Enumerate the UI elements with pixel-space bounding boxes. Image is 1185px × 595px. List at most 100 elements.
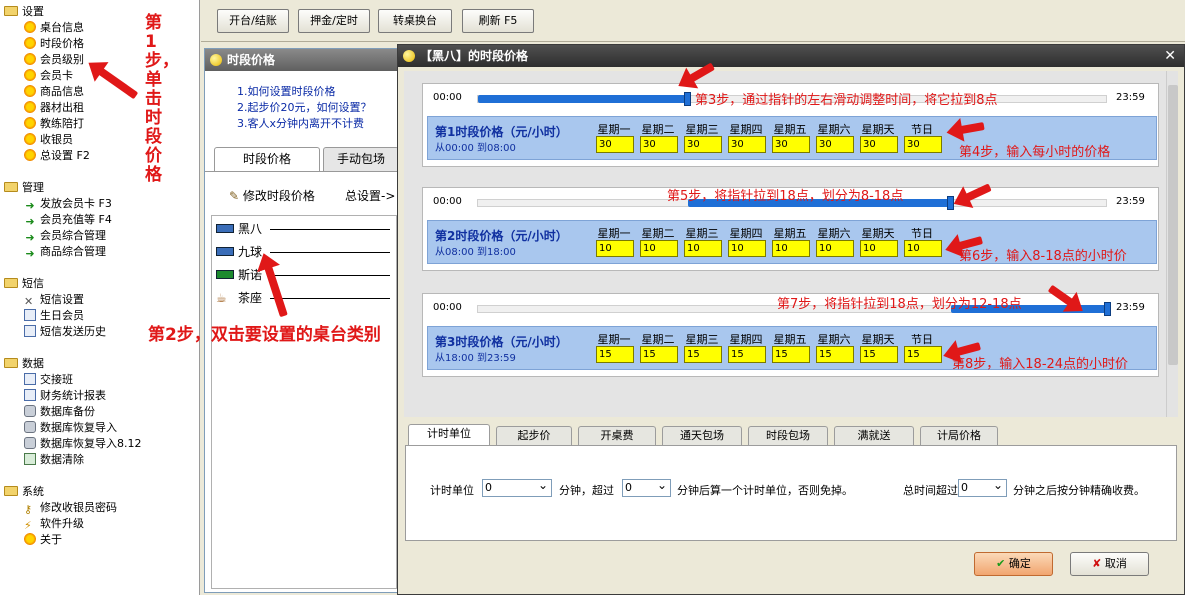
edit-period-price-button[interactable]: ✎ 修改时段价格 <box>229 187 315 204</box>
tree-item-member-level[interactable]: 会员级别 <box>4 52 90 68</box>
price-input[interactable]: 15 <box>596 346 634 363</box>
ok-button[interactable]: ✔ 确定 <box>974 552 1053 576</box>
price-input[interactable]: 15 <box>728 346 766 363</box>
minutes-over-label: 分钟，超过 <box>559 484 614 497</box>
price-input[interactable]: 10 <box>816 240 854 257</box>
tree-item-goods[interactable]: 商品信息 <box>4 84 90 100</box>
tree-item-member-card[interactable]: 会员卡 <box>4 68 90 84</box>
price-input[interactable]: 10 <box>860 240 898 257</box>
help-link-3[interactable]: 3.客人x分钟内离开不计费 <box>237 117 364 131</box>
bottom-tab-6[interactable]: 满就送 <box>834 426 914 445</box>
bottom-tab-5[interactable]: 时段包场 <box>748 426 828 445</box>
day-header: 星期天 <box>861 227 895 240</box>
price-input[interactable]: 15 <box>860 346 898 363</box>
tree-item-upgrade[interactable]: ⚡ 软件升级 <box>4 516 117 532</box>
price-input[interactable]: 15 <box>684 346 722 363</box>
period-price-window-titlebar[interactable]: 时段价格 <box>205 49 397 71</box>
price-input[interactable]: 30 <box>860 136 898 153</box>
arrow-right-icon: ➜ <box>25 215 35 228</box>
divider <box>270 275 390 276</box>
tree-item-table-info[interactable]: 桌台信息 <box>4 20 90 36</box>
tree-item-issue-card[interactable]: ➜ 发放会员卡 F3 <box>4 196 111 212</box>
arrow-right-icon: ➜ <box>25 199 35 212</box>
tree-item-member-manage[interactable]: ➜ 会员综合管理 <box>4 228 112 244</box>
price-input[interactable]: 30 <box>816 136 854 153</box>
over-minutes-select[interactable]: 0 <box>622 477 671 497</box>
price-input[interactable]: 30 <box>684 136 722 153</box>
tree-item-period-price[interactable]: 时段价格 <box>4 36 90 52</box>
end-time-label: 23:59 <box>1116 302 1145 313</box>
group-header-system[interactable]: 系统 <box>4 484 117 500</box>
teapot-icon: ☕ <box>216 291 227 305</box>
group-header-sms[interactable]: 短信 <box>4 276 106 292</box>
annotation-step2: 第2步，双击要设置的桌台类别 <box>148 325 381 345</box>
price-input[interactable]: 10 <box>728 240 766 257</box>
tree-item-rental[interactable]: 器材出租 <box>4 100 90 116</box>
price-input[interactable]: 30 <box>640 136 678 153</box>
time-slider-handle[interactable] <box>1104 302 1111 316</box>
table-type-heiba[interactable]: 黑八 <box>216 220 262 237</box>
tree-item-change-password[interactable]: ⚷ 修改收银员密码 <box>4 500 117 516</box>
tree-item-sms-history[interactable]: 短信发送历史 <box>4 324 106 340</box>
tree-item-finance-report[interactable]: 财务统计报表 <box>4 388 142 404</box>
tree-item-shift[interactable]: 交接班 <box>4 372 142 388</box>
tree-item-about[interactable]: 关于 <box>4 532 117 548</box>
day-header: 星期六 <box>817 227 851 240</box>
bottom-tab-4[interactable]: 通天包场 <box>662 426 742 445</box>
price-input[interactable]: 15 <box>640 346 678 363</box>
price-input[interactable]: 10 <box>904 240 942 257</box>
price-input[interactable]: 10 <box>640 240 678 257</box>
group-header-data[interactable]: 数据 <box>4 356 142 372</box>
bottom-tab-3[interactable]: 开桌费 <box>578 426 656 445</box>
tree-item-db-restore-812[interactable]: 数据库恢复导入8.12 <box>4 436 142 452</box>
tree-item-coach[interactable]: 教练陪打 <box>4 116 90 132</box>
tree-item-data-clear[interactable]: 数据清除 <box>4 452 142 468</box>
tree-item-db-backup[interactable]: 数据库备份 <box>4 404 142 420</box>
price-input[interactable]: 10 <box>596 240 634 257</box>
bottom-tab-2[interactable]: 起步价 <box>496 426 572 445</box>
price-input[interactable]: 30 <box>772 136 810 153</box>
tab-manual-booking[interactable]: 手动包场 <box>323 147 399 171</box>
price-input[interactable]: 15 <box>772 346 810 363</box>
cancel-button[interactable]: ✘ 取消 <box>1070 552 1149 576</box>
price-input[interactable]: 30 <box>728 136 766 153</box>
table-type-teahouse[interactable]: ☕ 茶座 <box>216 289 262 306</box>
timing-unit-select[interactable]: 0 <box>482 477 552 497</box>
tree-item-birthday[interactable]: 生日会员 <box>4 308 106 324</box>
tab-period-price[interactable]: 时段价格 <box>214 147 320 171</box>
bottom-tab-7[interactable]: 计局价格 <box>920 426 998 445</box>
open-close-table-button[interactable]: 开台/结账 <box>217 9 289 33</box>
refresh-button[interactable]: 刷新 F5 <box>462 9 534 33</box>
price-input[interactable]: 30 <box>596 136 634 153</box>
help-link-2[interactable]: 2.起步价20元，如何设置？ <box>237 101 372 115</box>
scrollbar-thumb[interactable] <box>1168 85 1178 365</box>
price-input[interactable]: 15 <box>904 346 942 363</box>
total-time-select[interactable]: 0 <box>958 477 1007 497</box>
price-input[interactable]: 10 <box>684 240 722 257</box>
deposit-timer-button[interactable]: 押金/定时 <box>298 9 370 33</box>
tree-item-cashier[interactable]: 收银员 <box>4 132 90 148</box>
tree-item-recharge[interactable]: ➜ 会员充值等 F4 <box>4 212 111 228</box>
vertical-scrollbar[interactable] <box>1166 71 1178 417</box>
change-table-button[interactable]: 转桌换台 <box>378 9 452 33</box>
close-icon[interactable]: ✕ <box>1164 45 1176 67</box>
table-icon <box>216 224 234 233</box>
price-input[interactable]: 10 <box>772 240 810 257</box>
dialog-titlebar[interactable]: 【黑八】的时段价格 ✕ <box>398 45 1184 67</box>
timing-unit-label: 计时单位 <box>430 484 474 497</box>
tree-item-db-restore[interactable]: 数据库恢复导入 <box>4 420 142 436</box>
group-header-settings[interactable]: 设置 <box>4 4 90 20</box>
help-link-1[interactable]: 1.如何设置时段价格 <box>237 85 336 99</box>
day-header: 星期三 <box>685 333 719 346</box>
price-input[interactable]: 15 <box>816 346 854 363</box>
bottom-tab-1[interactable]: 计时单位 <box>408 424 490 445</box>
tree-item-sms-settings[interactable]: ✕ 短信设置 <box>4 292 106 308</box>
timing-unit-panel: 计时单位 0 分钟，超过 0 分钟后算一个计时单位，否则免掉。 总时间超过 0 … <box>405 445 1177 541</box>
annotation-step3: 第3步，通过指针的左右滑动调整时间，将它拉到8点 <box>695 93 998 108</box>
annotation-step6: 第6步，输入8-18点的小时价 <box>959 249 1127 264</box>
general-settings-link[interactable]: 总设置-> <box>345 187 397 204</box>
price-input[interactable]: 30 <box>904 136 942 153</box>
tree-item-goods-manage[interactable]: ➜ 商品综合管理 <box>4 244 112 260</box>
tree-item-general-settings[interactable]: 总设置 F2 <box>4 148 90 164</box>
group-header-manage[interactable]: 管理 <box>4 180 112 196</box>
